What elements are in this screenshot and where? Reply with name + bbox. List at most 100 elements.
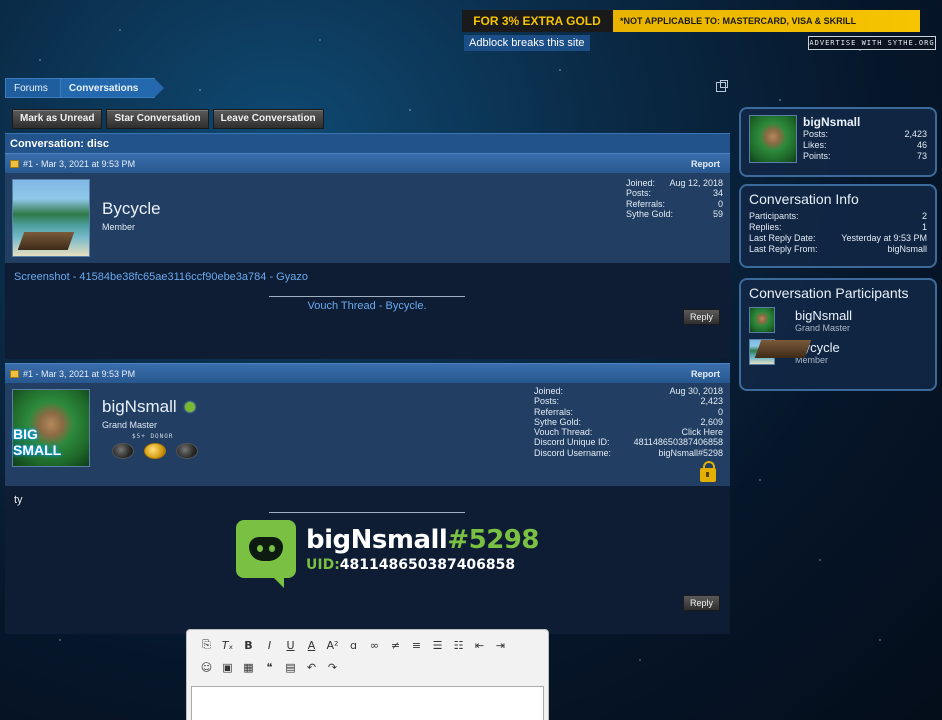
save-draft-icon[interactable]: ▤ [280, 657, 301, 677]
profile-card: bigNsmall Posts: 2,423 Likes: 46 Points: 73 [739, 107, 937, 177]
user-stats: Joined: Aug 12, 2018 Posts: 34 Referrals: 0… [626, 178, 723, 219]
user-badges [112, 443, 198, 459]
stat-label: Posts: [626, 188, 652, 199]
info-label: Participants: [749, 211, 799, 221]
clear-formatting-icon[interactable]: Tₓ [217, 635, 238, 655]
report-link[interactable]: Report [691, 154, 720, 173]
font-size-icon[interactable]: A² [322, 635, 343, 655]
align-icon[interactable]: ≡ [406, 635, 427, 655]
adblock-notice[interactable]: Adblock breaks this site [464, 35, 590, 51]
outdent-icon[interactable]: ⇤ [469, 635, 490, 655]
participant-title: Grand Master [795, 322, 851, 333]
participant-avatar[interactable] [749, 307, 775, 333]
message-text: ty [14, 494, 23, 506]
link-icon[interactable]: ∞ [364, 635, 385, 655]
post-icon [10, 159, 19, 168]
undo-icon[interactable]: ↶ [301, 657, 322, 677]
info-label: Last Reply Date: [749, 233, 816, 243]
discord-uid: 481148650387406858 [339, 557, 516, 573]
participant-item[interactable]: Bycycle Member [749, 339, 927, 365]
indent-icon[interactable]: ⇥ [490, 635, 511, 655]
profile-username[interactable]: bigNsmall [803, 115, 927, 129]
discord-uid-label: UID: [306, 557, 340, 573]
vouch-thread-link[interactable]: Vouch Thread - Bycycle. [14, 300, 720, 312]
avatar[interactable] [749, 115, 797, 163]
image-icon[interactable]: ▣ [217, 657, 238, 677]
italic-icon[interactable]: I [259, 635, 280, 655]
reply-button[interactable]: Reply [682, 595, 720, 611]
font-color-icon[interactable]: A [301, 635, 322, 655]
media-icon[interactable]: ▦ [238, 657, 259, 677]
stat-value: 2,423 [700, 396, 723, 407]
underline-icon[interactable]: U [280, 635, 301, 655]
participant-name[interactable]: bigNsmall [795, 308, 852, 323]
info-value: 2 [921, 211, 927, 221]
report-link[interactable]: Report [691, 364, 720, 383]
star-conversation-button[interactable]: Star Conversation [106, 109, 209, 129]
leave-conversation-button[interactable]: Leave Conversation [212, 109, 324, 129]
username[interactable]: Bycycle [102, 199, 161, 219]
conversation-title: Conversation: disc [5, 133, 730, 153]
screenshot-link[interactable]: Screenshot - 41584be38fc65ae3116ccf90ebe… [14, 271, 720, 283]
conversation-actions: Mark as Unread Star Conversation Leave C… [12, 109, 324, 129]
stat-value: 0 [717, 406, 723, 417]
info-value[interactable]: bigNsmall [887, 244, 927, 255]
post-meta[interactable]: #1 - Mar 3, 2021 at 9:53 PM [23, 364, 135, 384]
post-meta[interactable]: #1 - Mar 3, 2021 at 9:53 PM [23, 154, 135, 174]
stat-value: 46 [916, 140, 927, 150]
stat-label: Sythe Gold: [534, 416, 582, 427]
quote-icon[interactable]: ❝ [259, 657, 280, 677]
breadcrumb: Forums Conversations [5, 78, 165, 98]
conversation-panel: Conversation: disc #1 - Mar 3, 2021 at 9… [5, 133, 730, 638]
post-body: Screenshot - 41584be38fc65ae3116ccf90ebe… [5, 263, 730, 325]
advertise-link[interactable]: ADVERTISE WITH SYTHE.ORG [808, 36, 936, 50]
unlink-icon[interactable]: ≠ [385, 635, 406, 655]
stat-label: Joined: [626, 178, 656, 188]
reply-button[interactable]: Reply [682, 309, 720, 325]
post-header: #1 - Mar 3, 2021 at 9:53 PM Report [5, 363, 730, 383]
post-icon [10, 369, 19, 378]
mark-unread-button[interactable]: Mark as Unread [12, 109, 103, 129]
stat-label: Posts: [803, 129, 829, 139]
stat-label: Joined: [534, 386, 564, 396]
redo-icon[interactable]: ↷ [322, 657, 343, 677]
avatar[interactable]: BIG SMALL [12, 389, 90, 467]
stat-value: 59 [712, 208, 723, 219]
user-stats: Joined: Aug 30, 2018 Posts: 2,423 Referral… [534, 386, 723, 458]
post-body: ty bigNsmall#5298 UID:481148650387406858… [5, 486, 730, 611]
discord-name: bigNsmall [306, 525, 448, 555]
numbered-list-icon[interactable]: ☷ [448, 635, 469, 655]
message-input[interactable] [191, 686, 544, 720]
participant-item[interactable]: bigNsmall Grand Master [749, 307, 927, 333]
external-link-icon[interactable] [716, 80, 728, 92]
discord-face-icon [249, 537, 283, 561]
stat-label: Discord Username: [534, 447, 612, 458]
breadcrumb-forums[interactable]: Forums [5, 78, 61, 98]
username[interactable]: bigNsmall [102, 397, 177, 417]
remove-format-icon[interactable]: ⎘ [196, 635, 217, 655]
stat-label: Points: [803, 151, 831, 161]
post-header: #1 - Mar 3, 2021 at 9:53 PM Report [5, 153, 730, 173]
avatar[interactable] [12, 179, 90, 257]
editor-toolbar-row-1: ⎘ Tₓ B I U A A² ɑ ∞ ≠ ≡ ☰ ☷ ⇤ ⇥ [187, 630, 548, 655]
info-label: Last Reply From: [749, 244, 818, 254]
smilie-icon[interactable]: ☺ [196, 657, 217, 677]
font-family-icon[interactable]: ɑ [343, 635, 364, 655]
bold-icon[interactable]: B [238, 635, 259, 655]
ad-banner[interactable]: FOR 3% EXTRA GOLD *NOT APPLICABLE TO: MA… [462, 10, 920, 32]
vouch-thread-link[interactable]: Click Here [681, 427, 723, 437]
stat-label: Likes: [803, 140, 827, 150]
info-value: Yesterday at 9:53 PM [841, 233, 927, 243]
user-info-bar: BIG SMALL bigNsmall Grand Master $5+ DON… [5, 383, 730, 486]
stat-value: 0 [717, 198, 723, 209]
stat-value: 73 [916, 151, 927, 161]
stat-label: Posts: [534, 396, 560, 407]
donor-badge: $5+ DONOR [132, 433, 174, 440]
discord-logo-icon [236, 520, 296, 588]
participant-avatar[interactable] [749, 339, 775, 365]
stat-value: Aug 12, 2018 [669, 178, 723, 188]
breadcrumb-conversations[interactable]: Conversations [59, 78, 165, 98]
editor-toolbar-row-2: ☺ ▣ ▦ ❝ ▤ ↶ ↷ [187, 655, 548, 677]
bullet-list-icon[interactable]: ☰ [427, 635, 448, 655]
lock-icon [700, 461, 716, 482]
